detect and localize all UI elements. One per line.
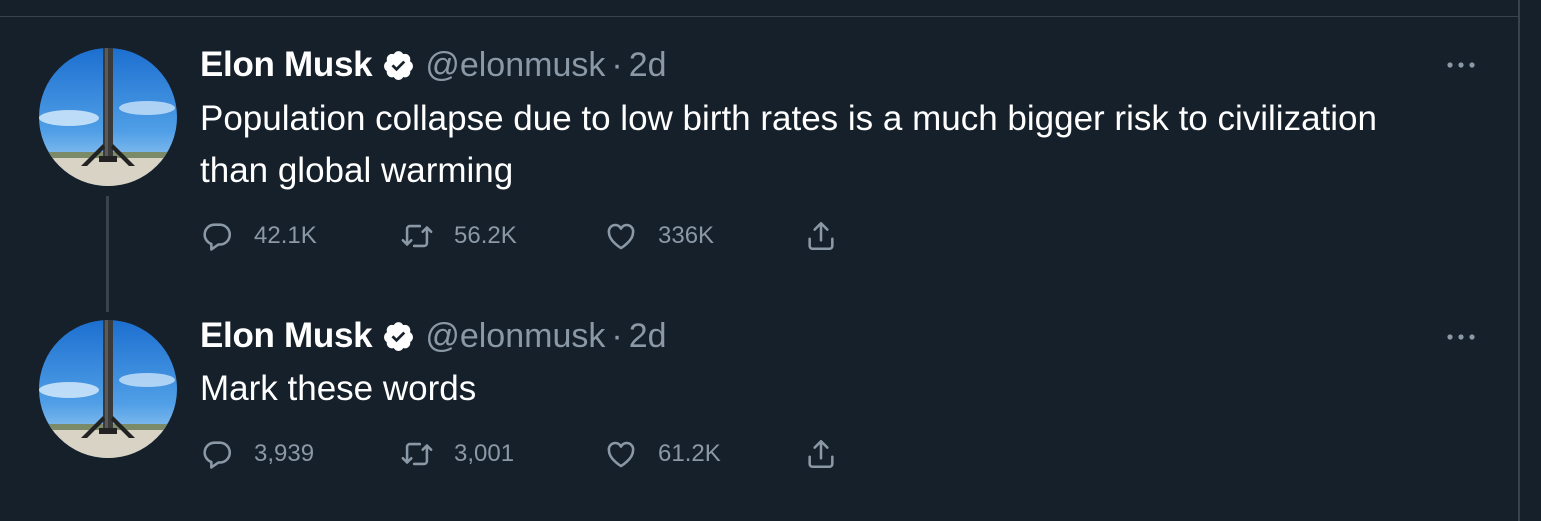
author-name[interactable]: Elon Musk (200, 45, 373, 85)
like-button[interactable]: 336K (604, 218, 714, 254)
like-count: 61.2K (658, 440, 721, 467)
share-icon (804, 437, 838, 471)
retweet-count: 3,001 (454, 440, 515, 467)
separator-dot: · (611, 45, 623, 84)
retweet-button[interactable]: 3,001 (400, 436, 514, 472)
tweet-timestamp[interactable]: 2d (629, 317, 667, 356)
verified-badge-icon (382, 320, 415, 353)
tweet-timestamp[interactable]: 2d (629, 46, 667, 85)
tweet-text: Population collapse due to low birth rat… (200, 99, 1377, 190)
like-icon (604, 219, 638, 253)
reply-icon (200, 437, 234, 471)
retweet-icon (400, 219, 434, 253)
tweet[interactable]: Elon Musk @elonmusk · 2d Population coll… (0, 0, 1518, 300)
reply-button[interactable]: 3,939 (200, 436, 314, 472)
avatar[interactable] (39, 48, 177, 186)
like-icon (604, 437, 638, 471)
author-handle[interactable]: @elonmusk (425, 317, 605, 356)
more-options-icon[interactable] (1445, 332, 1479, 342)
author-handle[interactable]: @elonmusk (425, 46, 605, 85)
reply-count: 3,939 (254, 440, 315, 467)
timeline-border (1518, 0, 1520, 521)
retweet-button[interactable]: 56.2K (400, 218, 517, 254)
retweet-icon (400, 437, 434, 471)
tweet[interactable]: Elon Musk @elonmusk · 2d Mark these word… (0, 300, 1518, 521)
tweet-header: Elon Musk @elonmusk · 2d (200, 316, 667, 356)
verified-badge-icon (382, 49, 415, 82)
tweet-text: Mark these words (200, 369, 477, 408)
author-name[interactable]: Elon Musk (200, 316, 373, 356)
retweet-count: 56.2K (454, 222, 517, 249)
avatar[interactable] (39, 320, 177, 458)
reply-button[interactable]: 42.1K (200, 218, 317, 254)
like-count: 336K (658, 222, 715, 249)
share-button[interactable] (804, 436, 838, 472)
tweet-header: Elon Musk @elonmusk · 2d (200, 45, 667, 85)
share-icon (804, 219, 838, 253)
reply-icon (200, 219, 234, 253)
reply-count: 42.1K (254, 222, 317, 249)
share-button[interactable] (804, 218, 838, 254)
like-button[interactable]: 61.2K (604, 436, 721, 472)
more-options-icon[interactable] (1445, 60, 1479, 70)
separator-dot: · (611, 316, 623, 355)
